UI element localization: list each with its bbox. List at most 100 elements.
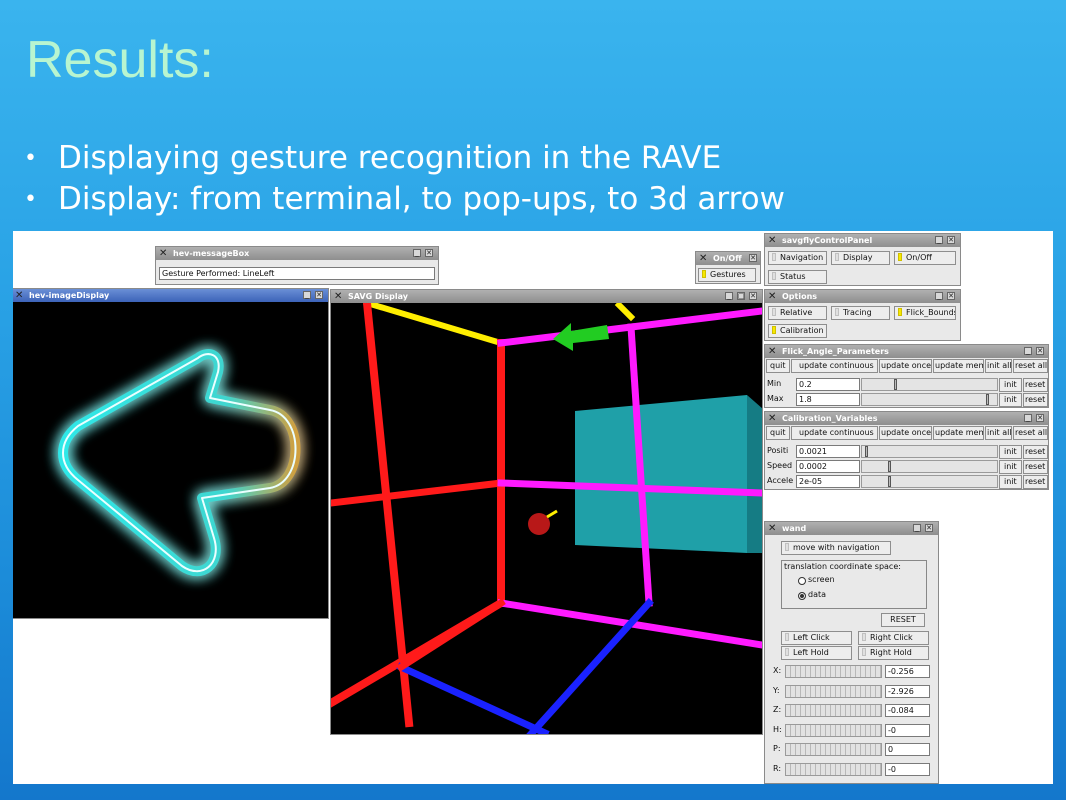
window-menu-icon[interactable]: ✕ — [159, 247, 167, 260]
minimize-icon[interactable]: _ — [913, 524, 921, 532]
close-icon[interactable]: ✕ — [1036, 347, 1044, 355]
slider-thumb[interactable] — [986, 394, 989, 405]
param-value-field[interactable]: 2e-05 — [796, 475, 860, 488]
radio-data[interactable] — [798, 592, 806, 600]
param-init-button[interactable]: init — [999, 475, 1022, 489]
message-box-titlebar[interactable]: ✕ hev-messageBox _ ✕ — [156, 247, 438, 260]
status-toggle[interactable]: Status — [768, 270, 827, 284]
init-all-button[interactable]: init all — [985, 359, 1012, 373]
minimize-icon[interactable]: _ — [725, 292, 733, 300]
param-init-button[interactable]: init — [999, 460, 1022, 474]
window-menu-icon[interactable]: ✕ — [768, 234, 776, 247]
axis-slider[interactable] — [785, 704, 882, 717]
update-mem-button[interactable]: update mem — [933, 426, 984, 440]
param-value-field[interactable]: 0.2 — [796, 378, 860, 391]
param-init-button[interactable]: init — [999, 445, 1022, 459]
axis-value-field[interactable]: -0 — [885, 762, 930, 776]
quit-button[interactable]: quit — [766, 426, 790, 440]
window-menu-icon[interactable]: ✕ — [15, 289, 23, 302]
window-menu-icon[interactable]: ✕ — [768, 345, 776, 358]
param-slider[interactable] — [861, 393, 998, 406]
param-init-button[interactable]: init — [999, 393, 1022, 407]
slider-thumb[interactable] — [865, 446, 868, 457]
slider-thumb[interactable] — [894, 379, 897, 390]
minimize-icon[interactable]: _ — [935, 236, 943, 244]
flick-bounds-toggle[interactable]: Flick_Bounds — [894, 306, 956, 320]
quit-button[interactable]: quit — [766, 359, 790, 373]
onoff-titlebar[interactable]: ✕ On/Off ✕ — [696, 252, 760, 265]
update-continuous-button[interactable]: update continuous — [791, 426, 878, 440]
param-value-field[interactable]: 1.8 — [796, 393, 860, 406]
maximize-icon[interactable]: □ — [737, 292, 745, 300]
minimize-icon[interactable]: _ — [935, 292, 943, 300]
param-init-button[interactable]: init — [999, 378, 1022, 392]
param-reset-button[interactable]: reset — [1023, 393, 1048, 407]
param-value-field[interactable]: 0.0002 — [796, 460, 860, 473]
minimize-icon[interactable]: _ — [1024, 414, 1032, 422]
reset-button[interactable]: RESET — [881, 613, 925, 627]
init-all-button[interactable]: init all — [985, 426, 1012, 440]
right-hold-button[interactable]: Right Hold — [858, 646, 929, 660]
axis-value-field[interactable]: -0.084 — [885, 704, 930, 717]
reset-all-button[interactable]: reset all — [1013, 426, 1048, 440]
window-menu-icon[interactable]: ✕ — [768, 290, 776, 303]
close-icon[interactable]: ✕ — [925, 524, 933, 532]
right-click-button[interactable]: Right Click — [858, 631, 929, 645]
close-icon[interactable]: ✕ — [1036, 414, 1044, 422]
relative-toggle[interactable]: Relative — [768, 306, 827, 320]
onoff-toggle[interactable]: On/Off — [894, 251, 956, 265]
update-mem-button[interactable]: update mem — [933, 359, 984, 373]
navigation-toggle[interactable]: Navigation — [768, 251, 827, 265]
param-reset-button[interactable]: reset — [1023, 378, 1048, 392]
update-once-button[interactable]: update once — [879, 426, 932, 440]
axis-value-field[interactable]: -0 — [885, 723, 930, 737]
param-value-field[interactable]: 0.0021 — [796, 445, 860, 458]
close-icon[interactable]: ✕ — [315, 291, 323, 299]
radio-screen-label[interactable]: screen — [808, 574, 835, 586]
axis-slider[interactable] — [785, 665, 882, 678]
axis-value-field[interactable]: -2.926 — [885, 684, 930, 698]
close-icon[interactable]: ✕ — [947, 292, 955, 300]
left-hold-button[interactable]: Left Hold — [781, 646, 852, 660]
close-icon[interactable]: ✕ — [947, 236, 955, 244]
control-panel-titlebar[interactable]: ✕ savgflyControlPanel _ ✕ — [765, 234, 960, 247]
slider-thumb[interactable] — [888, 476, 891, 487]
savg-display-titlebar[interactable]: ✕ SAVG Display _ □ ✕ — [331, 290, 762, 303]
reset-all-button[interactable]: reset all — [1013, 359, 1048, 373]
wand-titlebar[interactable]: ✕ wand _ ✕ — [765, 522, 938, 535]
minimize-icon[interactable]: _ — [303, 291, 311, 299]
axis-value-field[interactable]: -0.256 — [885, 665, 930, 678]
window-menu-icon[interactable]: ✕ — [768, 412, 776, 425]
minimize-icon[interactable]: _ — [1024, 347, 1032, 355]
close-icon[interactable]: ✕ — [425, 249, 433, 257]
close-icon[interactable]: ✕ — [749, 254, 757, 262]
image-display-titlebar[interactable]: ✕ hev-imageDisplay _ ✕ — [13, 289, 328, 302]
slider-thumb[interactable] — [888, 461, 891, 472]
param-slider[interactable] — [861, 475, 998, 488]
update-continuous-button[interactable]: update continuous — [791, 359, 878, 373]
param-slider[interactable] — [861, 445, 998, 458]
calibration-toggle[interactable]: Calibration — [768, 324, 827, 338]
window-menu-icon[interactable]: ✕ — [334, 290, 342, 303]
options-titlebar[interactable]: ✕ Options _ ✕ — [765, 290, 960, 303]
window-menu-icon[interactable]: ✕ — [768, 522, 776, 535]
param-reset-button[interactable]: reset — [1023, 460, 1048, 474]
param-slider[interactable] — [861, 378, 998, 391]
calibration-titlebar[interactable]: ✕ Calibration_Variables _ ✕ — [765, 412, 1048, 425]
display-toggle[interactable]: Display — [831, 251, 890, 265]
update-once-button[interactable]: update once — [879, 359, 932, 373]
param-reset-button[interactable]: reset — [1023, 475, 1048, 489]
gestures-toggle[interactable]: Gestures — [698, 268, 756, 282]
minimize-icon[interactable]: _ — [413, 249, 421, 257]
tracing-toggle[interactable]: Tracing — [831, 306, 890, 320]
move-with-navigation-button[interactable]: move with navigation — [781, 541, 891, 555]
axis-slider[interactable] — [785, 762, 882, 776]
axis-slider[interactable] — [785, 723, 882, 737]
close-icon[interactable]: ✕ — [749, 292, 757, 300]
flick-params-titlebar[interactable]: ✕ Flick_Angle_Parameters _ ✕ — [765, 345, 1048, 358]
param-slider[interactable] — [861, 460, 998, 473]
left-click-button[interactable]: Left Click — [781, 631, 852, 645]
param-reset-button[interactable]: reset — [1023, 445, 1048, 459]
window-menu-icon[interactable]: ✕ — [699, 252, 707, 265]
axis-value-field[interactable]: 0 — [885, 743, 930, 756]
